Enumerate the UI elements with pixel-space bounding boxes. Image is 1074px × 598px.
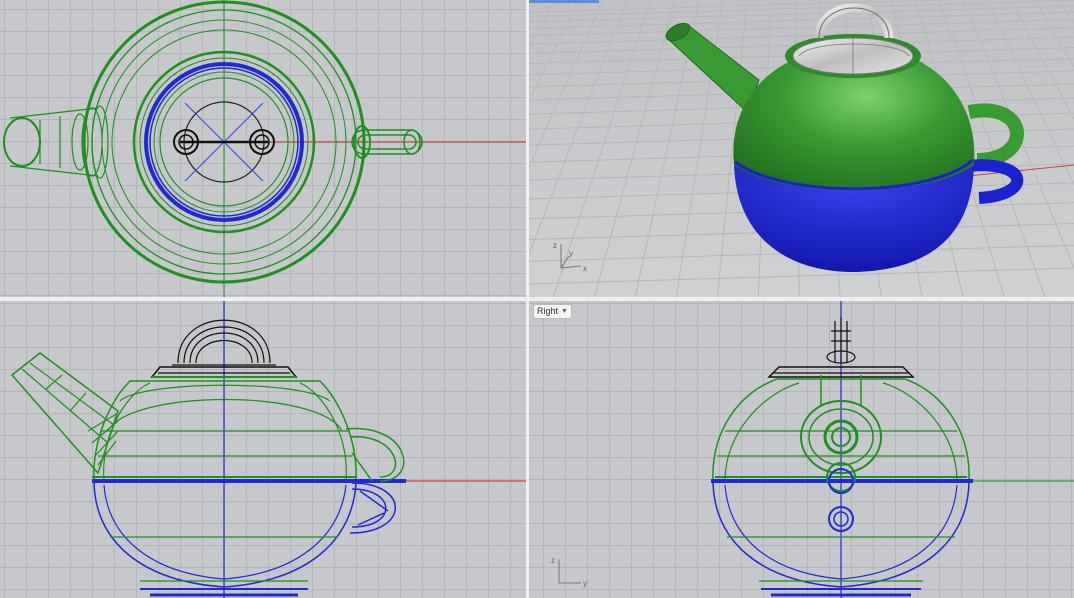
perspective-view-teapot-shaded: z x y (529, 0, 1074, 297)
front-view-teapot-wireframe (10, 301, 526, 598)
top-view-teapot-wireframe (3, 0, 526, 297)
viewport-top[interactable] (0, 0, 526, 297)
viewport-title-right[interactable]: Right ▼ (533, 304, 572, 319)
chevron-down-icon: ▼ (561, 308, 568, 315)
axis-label-y: y (583, 579, 587, 588)
viewport-front[interactable] (0, 301, 526, 598)
axis-label-z: z (553, 241, 557, 250)
right-view-teapot-wireframe: z y (551, 301, 1074, 598)
axis-label-x: x (583, 264, 587, 273)
viewport-divider-horizontal[interactable] (0, 297, 1074, 301)
viewport-layout: z x y z y Right ▼ (0, 0, 1074, 598)
viewport-right[interactable]: z y Right ▼ (529, 301, 1074, 598)
viewport-title-label: Right (537, 306, 559, 316)
viewport-perspective[interactable]: z x y (529, 0, 1074, 297)
axis-label-z: z (551, 556, 555, 565)
axis-triad-icon (558, 559, 581, 584)
axis-label-y: y (569, 249, 573, 258)
active-viewport-indicator (529, 0, 599, 3)
